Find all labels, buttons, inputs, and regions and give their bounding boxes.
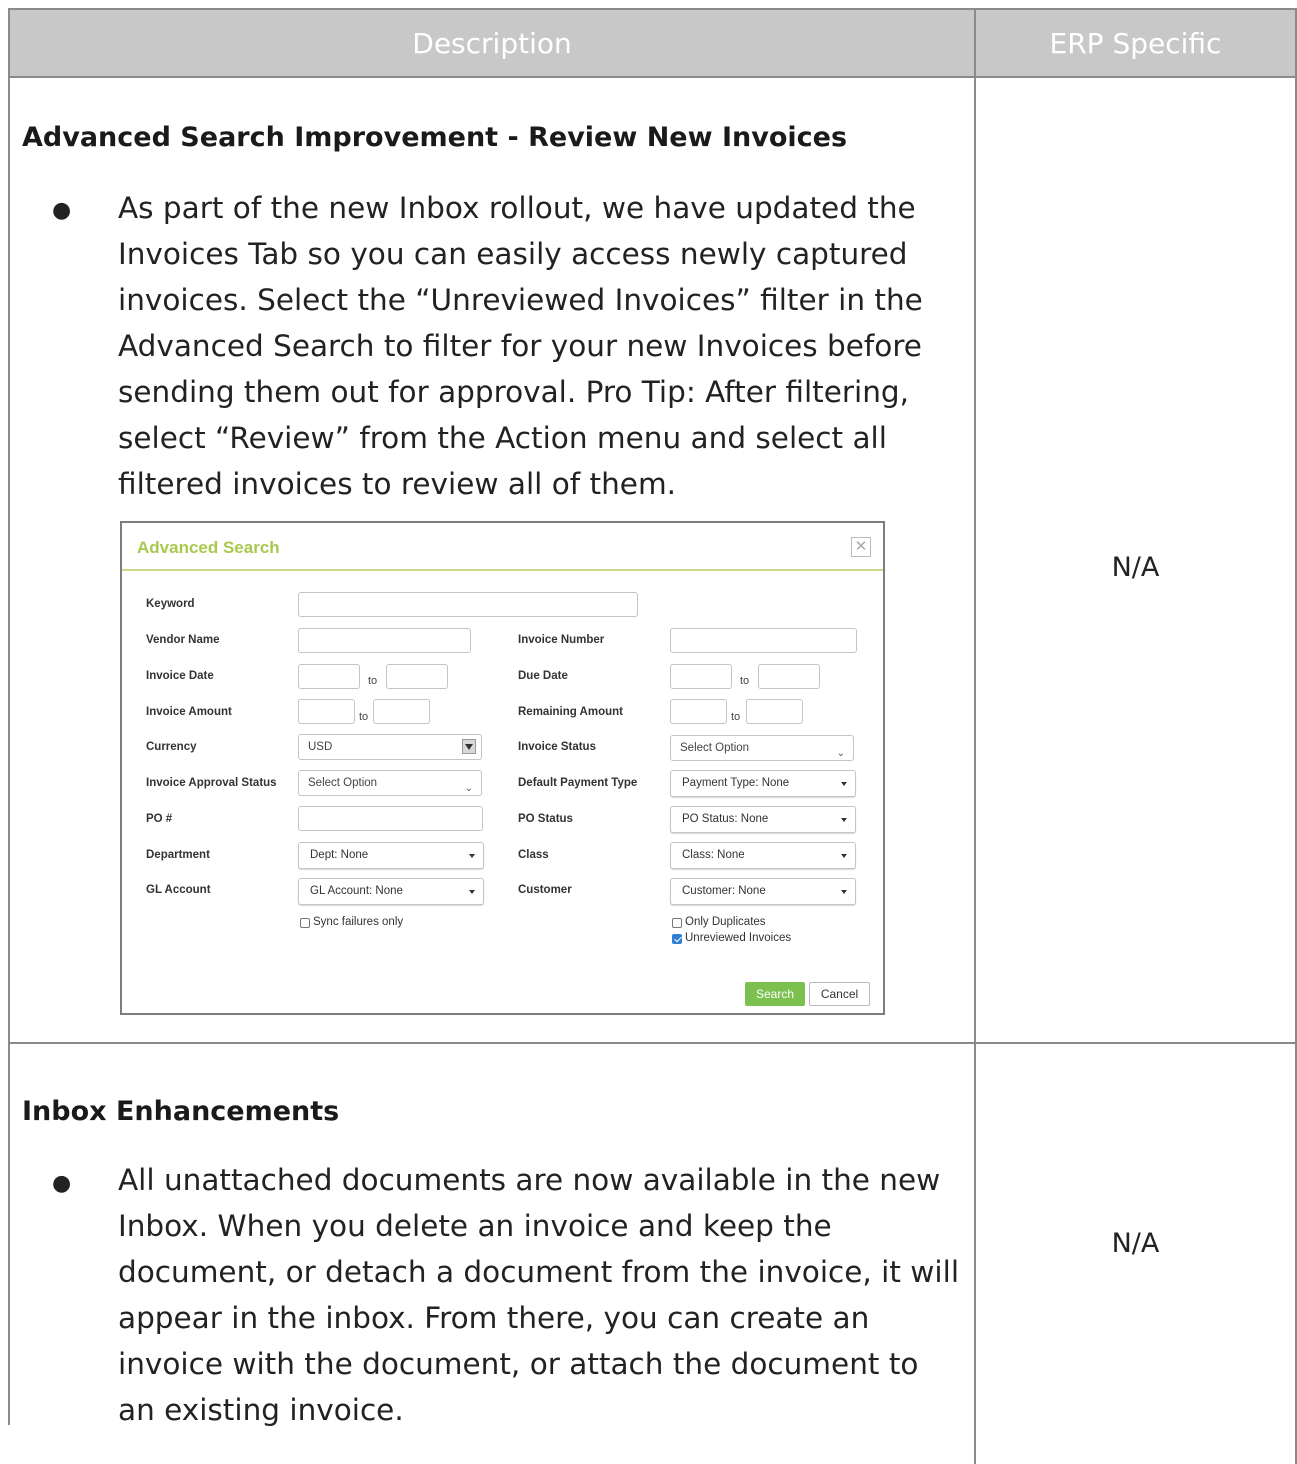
default-payment-type-value: Payment Type: None: [682, 777, 790, 789]
class-select[interactable]: Class: None: [670, 842, 856, 869]
caret-down-icon: [841, 782, 847, 786]
bullet-dot: ●: [52, 1171, 72, 1196]
label-due-date: Due Date: [518, 670, 568, 682]
invoice-approval-status-select[interactable]: Select Option ⌄: [298, 770, 482, 796]
label-department: Department: [146, 849, 210, 861]
paragraph-line: filtered invoices to review all of them.: [118, 467, 677, 501]
paragraph-line: appear in the inbox. From there, you can…: [118, 1301, 870, 1335]
invoice-date-from-input[interactable]: [298, 664, 360, 689]
caret-down-icon: [841, 818, 847, 822]
paragraph-line: Inbox. When you delete an invoice and ke…: [118, 1209, 832, 1243]
row-title: Inbox Enhancements: [22, 1096, 340, 1127]
row-inbox-description: Inbox Enhancements ● All unattached docu…: [10, 1044, 976, 1464]
label-invoice-number: Invoice Number: [518, 634, 605, 646]
gl-account-select[interactable]: GL Account: None: [298, 878, 484, 905]
department-value: Dept: None: [310, 849, 369, 861]
po-number-input[interactable]: [298, 806, 483, 831]
customer-value: Customer: None: [682, 885, 766, 897]
remaining-amount-from-input[interactable]: [670, 699, 727, 724]
invoice-amount-from-input[interactable]: [298, 699, 355, 724]
label-gl-account: GL Account: [146, 884, 211, 896]
label-po-number: PO #: [146, 813, 173, 825]
caret-down-icon: [841, 854, 847, 858]
paragraph-line: As part of the new Inbox rollout, we hav…: [118, 191, 916, 225]
po-status-value: PO Status: None: [682, 813, 769, 825]
search-button[interactable]: Search: [745, 982, 805, 1006]
caret-down-icon: [841, 890, 847, 894]
label-currency: Currency: [146, 741, 197, 753]
customer-select[interactable]: Customer: None: [670, 878, 856, 905]
dialog-titlebar: Advanced Search ✕: [122, 523, 883, 571]
po-status-select[interactable]: PO Status: None: [670, 806, 856, 833]
paragraph-line: All unattached documents are now availab…: [118, 1163, 941, 1197]
paragraph-line: Advanced Search to filter for your new I…: [118, 329, 922, 363]
bullet-dot: ●: [52, 198, 72, 223]
to-label: to: [731, 711, 741, 723]
erp-value: N/A: [1111, 552, 1160, 583]
label-po-status: PO Status: [518, 813, 573, 825]
only-duplicates-label: Only Duplicates: [685, 916, 766, 928]
unreviewed-invoices-label: Unreviewed Invoices: [685, 932, 792, 944]
label-invoice-status: Invoice Status: [518, 741, 596, 753]
class-value: Class: None: [682, 849, 745, 861]
gl-account-value: GL Account: None: [310, 885, 403, 897]
label-keyword: Keyword: [146, 598, 195, 610]
label-invoice-amount: Invoice Amount: [146, 706, 232, 718]
paragraph-line: sending them out for approval. Pro Tip: …: [118, 375, 909, 409]
invoice-approval-status-value: Select Option: [308, 777, 378, 789]
remaining-amount-to-input[interactable]: [746, 699, 803, 724]
default-payment-type-select[interactable]: Payment Type: None: [670, 770, 856, 797]
dialog-title: Advanced Search: [137, 538, 280, 557]
label-default-payment-type: Default Payment Type: [518, 777, 638, 789]
label-customer: Customer: [518, 884, 572, 896]
invoice-status-value: Select Option: [680, 742, 750, 754]
close-icon[interactable]: ✕: [851, 537, 871, 557]
label-vendor-name: Vendor Name: [146, 634, 220, 646]
due-date-from-input[interactable]: [670, 664, 732, 689]
department-select[interactable]: Dept: None: [298, 842, 484, 869]
sync-failures-checkbox[interactable]: [300, 918, 310, 928]
row-inbox-erp: N/A: [976, 1044, 1297, 1464]
chevron-down-icon: ⌄: [464, 783, 473, 794]
paragraph-line: select “Review” from the Action menu and…: [118, 421, 887, 455]
header-erp-specific: ERP Specific: [976, 10, 1297, 78]
due-date-to-input[interactable]: [758, 664, 820, 689]
advanced-search-dialog: Advanced Search ✕ Keyword Vendor Name In…: [120, 521, 885, 1015]
sync-failures-label: Sync failures only: [313, 916, 404, 928]
dropdown-arrow-icon: [462, 739, 476, 754]
to-label: to: [368, 675, 378, 687]
row-advanced-search-erp: N/A: [976, 78, 1297, 1044]
paragraph-line: Invoices Tab so you can easily access ne…: [118, 237, 908, 271]
paragraph-line: an existing invoice.: [118, 1393, 404, 1427]
caret-down-icon: [469, 890, 475, 894]
invoice-status-select[interactable]: Select Option ⌄: [670, 735, 854, 761]
chevron-down-icon: ⌄: [836, 748, 845, 759]
only-duplicates-checkbox[interactable]: [672, 918, 682, 928]
paragraph-line: invoices. Select the “Unreviewed Invoice…: [118, 283, 923, 317]
label-invoice-approval-status: Invoice Approval Status: [146, 777, 277, 789]
row-paragraph: All unattached documents are now availab…: [118, 1157, 959, 1433]
invoice-date-to-input[interactable]: [386, 664, 448, 689]
row-title: Advanced Search Improvement - Review New…: [22, 122, 848, 153]
currency-value: USD: [308, 741, 333, 753]
invoice-number-input[interactable]: [670, 628, 857, 653]
invoice-amount-to-input[interactable]: [373, 699, 430, 724]
vendor-name-input[interactable]: [298, 628, 471, 653]
to-label: to: [740, 675, 750, 687]
keyword-input[interactable]: [298, 592, 638, 617]
header-description: Description: [10, 10, 976, 78]
erp-value: N/A: [1111, 1228, 1160, 1259]
paragraph-line: invoice with the document, or attach the…: [118, 1347, 919, 1381]
currency-select[interactable]: USD: [298, 734, 482, 760]
to-label: to: [359, 711, 369, 723]
row-paragraph: As part of the new Inbox rollout, we hav…: [118, 185, 923, 507]
cancel-button[interactable]: Cancel: [809, 982, 870, 1006]
label-class: Class: [518, 849, 549, 861]
unreviewed-invoices-checkbox[interactable]: [672, 934, 682, 944]
label-remaining-amount: Remaining Amount: [518, 706, 623, 718]
label-invoice-date: Invoice Date: [146, 670, 214, 682]
caret-down-icon: [469, 854, 475, 858]
paragraph-line: document, or detach a document from the …: [118, 1255, 960, 1289]
